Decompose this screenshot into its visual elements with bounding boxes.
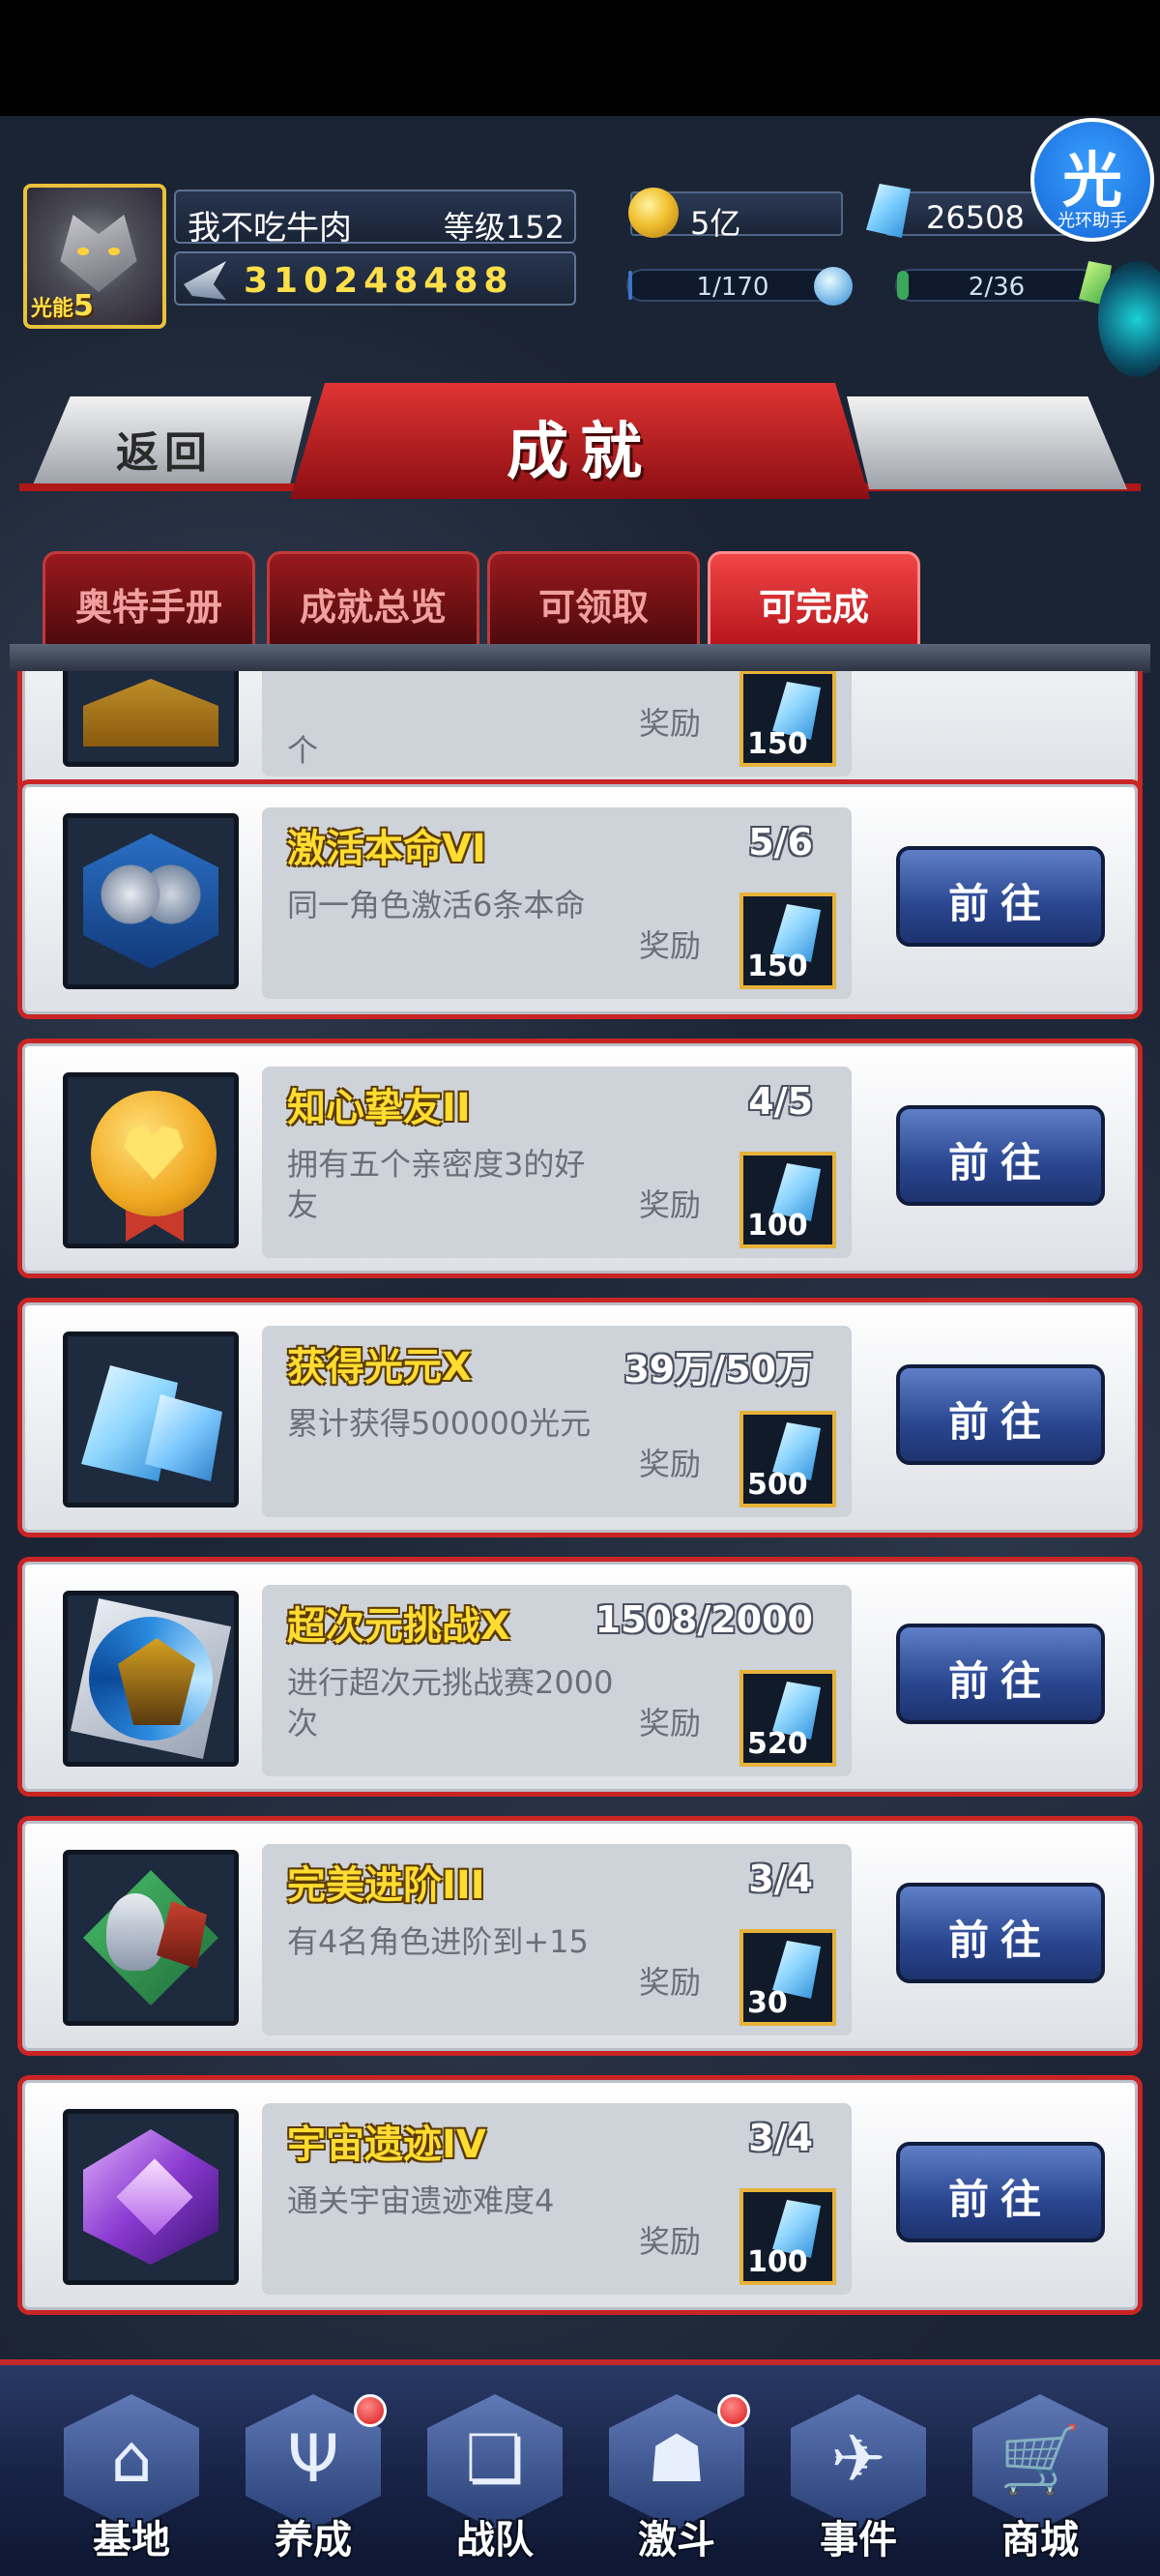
ultraman-pair-icon: [63, 813, 239, 989]
achievement-card: 获得光元X 39万/50万 累计获得500000光元 奖励 500 前往: [17, 1298, 1143, 1537]
achievement-list[interactable]: 个 奖励 150 激活本命VI 5/6 同一角色激活6条本命 奖励 150 前往: [0, 671, 1160, 2354]
light-energy-level: 光能5: [31, 289, 94, 323]
status-bar: [0, 0, 1160, 116]
reward-crystal: 520: [740, 1670, 836, 1767]
achievement-card-partial: 个 奖励 150: [17, 671, 1143, 797]
achievement-title: 激活本命VI: [287, 827, 486, 871]
achievement-progress: 39万/50万: [624, 1348, 813, 1390]
reward-crystal: 100: [740, 2188, 836, 2285]
crystal-pile-icon: [63, 1332, 239, 1508]
achievement-progress: 1508/2000: [594, 1598, 813, 1641]
crystal-value: 26508: [926, 199, 1025, 236]
nav-event[interactable]: ✈ 事件: [777, 2394, 940, 2568]
go-button[interactable]: 前往: [896, 1105, 1105, 1206]
achievement-card: 超次元挑战X 1508/2000 进行超次元挑战赛2000次 奖励 520 前往: [17, 1557, 1143, 1797]
achievement-desc: 拥有五个亲密度3的好友: [287, 1146, 586, 1223]
gold-resource[interactable]: 5亿: [628, 188, 843, 242]
go-button[interactable]: 前往: [896, 1364, 1105, 1465]
gold-value: 5亿: [690, 205, 741, 242]
reward-crystal: 150: [740, 671, 836, 767]
ultraman-advance-icon: [63, 1850, 239, 2026]
achievement-card: 完美进阶III 3/4 有4名角色进阶到+15 奖励 30 前往: [17, 1816, 1143, 2056]
ribbon-right-plate: [847, 396, 1127, 489]
event-jet-icon: ✈: [830, 2421, 886, 2498]
player-name: 我不吃牛肉: [188, 209, 352, 248]
cosmic-ruins-icon: [63, 2109, 239, 2285]
go-button[interactable]: 前往: [896, 1624, 1105, 1724]
tabs-base-strip: [10, 644, 1150, 673]
achievement-desc: 有4名角色进阶到+15: [287, 1923, 589, 1960]
energy-value: 2/36: [968, 273, 1026, 302]
nav-battle[interactable]: ☗ 激斗: [595, 2394, 758, 2568]
achievement-title: 宇宙遗迹IV: [287, 2122, 486, 2167]
stamina-bar[interactable]: 1/170: [626, 269, 839, 302]
achievement-progress: 4/5: [748, 1080, 813, 1123]
nav-shop[interactable]: 🛒 商城: [959, 2394, 1121, 2568]
energy-bar[interactable]: 2/36: [895, 269, 1098, 302]
book-icon: [63, 671, 239, 767]
reward-label: 奖励: [639, 1964, 702, 2001]
tab-claimable[interactable]: 可领取: [487, 551, 700, 648]
bottom-nav: ⌂ 基地 Ψ 养成 ❏ 战队 ☗ 激斗 ✈ 事件 🛒 商城: [0, 2359, 1160, 2576]
achievement-progress: 3/4: [748, 2117, 813, 2159]
reward-label: 奖励: [639, 2223, 702, 2260]
stamina-value: 1/170: [696, 273, 769, 302]
achievement-desc: 累计获得500000光元: [287, 1405, 592, 1442]
reward-crystal: 150: [740, 893, 836, 989]
heart-medal-icon: [63, 1072, 239, 1248]
shop-cart-icon: 🛒: [999, 2422, 1082, 2499]
halo-helper-button[interactable]: 光 光环助手: [1030, 118, 1154, 242]
achievement-desc: 进行超次元挑战赛2000次: [287, 1664, 614, 1742]
reward-crystal: 100: [740, 1152, 836, 1248]
notification-dot: [717, 2394, 750, 2427]
reward-label: 奖励: [639, 1446, 702, 1482]
wolf-portrait-icon: [60, 215, 137, 292]
combat-power-box: 310248488: [174, 251, 576, 306]
achievement-progress: 5/6: [748, 821, 813, 864]
battle-icon: ☗: [647, 2421, 707, 2498]
page-title: 成就: [507, 417, 653, 488]
reward-label: 奖励: [639, 1705, 702, 1742]
achievement-title: 完美进阶III: [287, 1863, 485, 1908]
nav-team[interactable]: ❏ 战队: [414, 2394, 576, 2568]
nav-training[interactable]: Ψ 养成: [232, 2394, 394, 2568]
achievement-card: 宇宙遗迹IV 3/4 通关宇宙遗迹难度4 奖励 100 前往: [17, 2075, 1143, 2315]
achievement-desc: 同一角色激活6条本命: [287, 887, 586, 923]
gold-coin-icon: [628, 188, 679, 238]
wing-icon: [184, 261, 226, 300]
player-avatar[interactable]: 光能5: [23, 184, 166, 329]
nav-base[interactable]: ⌂ 基地: [50, 2394, 213, 2568]
reward-crystal: 30: [740, 1929, 836, 2026]
monster-vortex-icon: [63, 1591, 239, 1767]
page-title-banner: 成就: [290, 383, 870, 499]
player-name-box: 我不吃牛肉 等级152: [174, 190, 576, 248]
achievement-title: 知心挚友II: [287, 1086, 471, 1130]
reward-label: 奖励: [639, 1186, 702, 1223]
tab-ultra-handbook[interactable]: 奥特手册: [43, 551, 255, 648]
reward-crystal: 500: [740, 1411, 836, 1508]
achievement-card: 知心挚友II 4/5 拥有五个亲密度3的好友 奖励 100 前往: [17, 1039, 1143, 1278]
go-button[interactable]: 前往: [896, 1883, 1105, 1983]
base-icon: ⌂: [110, 2421, 153, 2498]
go-button[interactable]: 前往: [896, 846, 1105, 947]
achievement-title: 超次元挑战X: [287, 1604, 510, 1649]
achievement-progress: 3/4: [748, 1858, 813, 1900]
go-button[interactable]: 前往: [896, 2142, 1105, 2242]
team-cards-icon: ❏: [465, 2421, 525, 2498]
achievement-title: 获得光元X: [287, 1345, 472, 1390]
back-button[interactable]: 返回: [31, 396, 311, 489]
player-level: 等级152: [443, 209, 565, 246]
training-icon: Ψ: [287, 2421, 339, 2498]
tab-achievement-overview[interactable]: 成就总览: [267, 551, 479, 648]
tab-completable[interactable]: 可完成: [708, 551, 920, 648]
achievement-card: 激活本命VI 5/6 同一角色激活6条本命 奖励 150 前往: [17, 779, 1143, 1019]
notification-dot: [354, 2394, 387, 2427]
combat-power-value: 310248488: [244, 261, 514, 301]
reward-label: 奖励: [639, 927, 702, 964]
stamina-orb-icon: [814, 267, 853, 306]
achievement-desc: 通关宇宙遗迹难度4: [287, 2182, 555, 2219]
